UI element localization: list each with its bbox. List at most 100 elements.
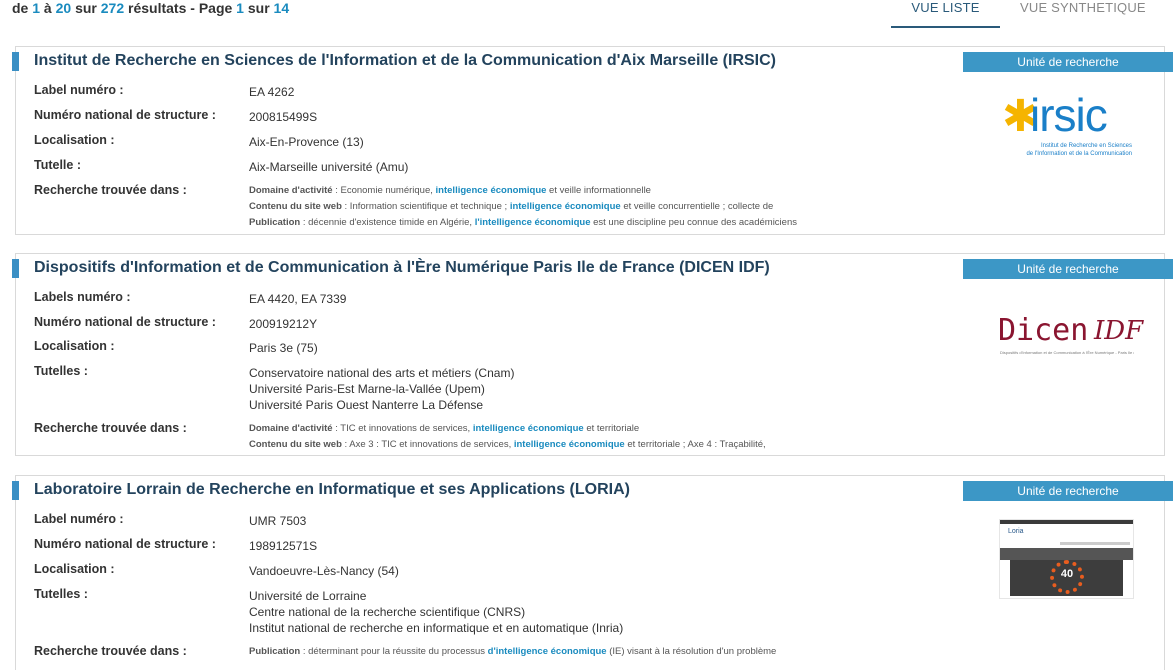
found-key: Recherche trouvée dans : bbox=[34, 421, 187, 435]
snippet-field: Domaine d'activité bbox=[249, 185, 333, 196]
type-badge: Unité de recherche bbox=[963, 481, 1173, 501]
card-accent-bar bbox=[12, 52, 19, 71]
label-value: EA 4420, EA 7339 bbox=[249, 292, 347, 306]
location-key: Localisation : bbox=[34, 562, 115, 576]
results-pages: 14 bbox=[273, 0, 290, 16]
snippet-text: (IE) visant à la résolution d'un problèm… bbox=[606, 646, 777, 657]
irsic-logo-subtitle: de l'Information et de la Communication bbox=[1026, 151, 1132, 157]
tutelle-value: Université Paris-Est Marne-la-Vallée (Up… bbox=[249, 382, 485, 396]
tutelle-value: Conservatoire national des arts et métie… bbox=[249, 366, 515, 380]
result-card: Institut de Recherche en Sciences de l'I… bbox=[12, 46, 1173, 235]
results-to: 20 bbox=[55, 0, 72, 16]
label-key: Labels numéro : bbox=[34, 290, 131, 304]
card-accent-bar bbox=[12, 481, 19, 500]
label-value: EA 4262 bbox=[249, 85, 295, 99]
tutelle-value: Institut national de recherche en inform… bbox=[249, 621, 624, 635]
snippet-highlight: intelligence économique bbox=[509, 201, 621, 212]
card-accent-bar bbox=[12, 259, 19, 278]
results-on-word: sur bbox=[75, 0, 97, 16]
results-total: 272 bbox=[100, 0, 125, 16]
snippet-field: Domaine d'activité bbox=[249, 423, 333, 434]
results-page-word: - Page bbox=[190, 0, 233, 16]
location-key: Localisation : bbox=[34, 133, 115, 147]
national-value: 200919212Y bbox=[249, 317, 318, 331]
label-key: Label numéro : bbox=[34, 83, 124, 97]
results-summary: de 1 à 20 sur 272 résultats - Page 1 sur… bbox=[12, 0, 289, 16]
found-snippet: Domaine d'activité : TIC et innovations … bbox=[249, 423, 639, 434]
national-key: Numéro national de structure : bbox=[34, 315, 216, 329]
tutelle-key: Tutelles : bbox=[34, 364, 88, 378]
thumb-nav bbox=[1060, 542, 1130, 545]
tutelle-value: Université Paris Ouest Nanterre La Défen… bbox=[249, 398, 484, 412]
dicen-logo-idf: IDF bbox=[1094, 316, 1144, 346]
found-snippet: Contenu du site web : Information scient… bbox=[249, 201, 773, 212]
card-title[interactable]: Dispositifs d'Information et de Communic… bbox=[34, 259, 770, 277]
card-title[interactable]: Institut de Recherche en Sciences de l'I… bbox=[34, 52, 776, 70]
national-key: Numéro national de structure : bbox=[34, 537, 216, 551]
irsic-logo-text: irsic bbox=[1030, 89, 1108, 141]
tab-synthetic-view[interactable]: VUE SYNTHETIQUE bbox=[1020, 0, 1146, 15]
snippet-text: : Information scientifique et technique … bbox=[341, 201, 510, 212]
snippet-text: et veille informationnelle bbox=[546, 185, 651, 196]
snippet-highlight: d'intelligence économique bbox=[487, 646, 607, 657]
tab-list-view[interactable]: VUE LISTE bbox=[891, 0, 1000, 28]
tutelle-key: Tutelle : bbox=[34, 158, 81, 172]
found-snippet: Domaine d'activité : Economie numérique,… bbox=[249, 185, 651, 196]
found-key: Recherche trouvée dans : bbox=[34, 183, 187, 197]
snippet-highlight: intelligence économique bbox=[435, 185, 547, 196]
snippet-field: Contenu du site web bbox=[249, 439, 342, 450]
found-snippet: Publication : décennie d'existence timid… bbox=[249, 217, 797, 228]
snippet-field: Publication bbox=[249, 646, 301, 657]
dicen-logo[interactable]: Dicen IDF Dispositifs d'Information et d… bbox=[998, 313, 1143, 360]
snippet-text: et territoriale bbox=[583, 423, 640, 434]
results-from: 1 bbox=[32, 0, 41, 16]
type-badge: Unité de recherche bbox=[963, 259, 1173, 279]
snippet-text: : déterminant pour la réussite du proces… bbox=[300, 646, 488, 657]
results-prefix: de bbox=[12, 0, 29, 16]
tutelle-value: Université de Lorraine bbox=[249, 589, 367, 603]
result-card: Dispositifs d'Information et de Communic… bbox=[12, 253, 1173, 456]
type-badge: Unité de recherche bbox=[963, 52, 1173, 72]
snippet-highlight: intelligence économique bbox=[472, 423, 584, 434]
tutelle-key: Tutelles : bbox=[34, 587, 88, 601]
result-card: Laboratoire Lorrain de Recherche en Info… bbox=[12, 475, 1173, 670]
national-value: 198912571S bbox=[249, 539, 318, 553]
location-value: Paris 3e (75) bbox=[249, 341, 318, 355]
thumb-anniversary-number: 40 bbox=[1060, 568, 1074, 580]
snippet-text: est une discipline peu connue des académ… bbox=[590, 217, 797, 228]
loria-website-thumbnail[interactable]: Loria 40 bbox=[999, 519, 1134, 599]
irsic-logo-subtitle: Institut de Recherche en Sciences bbox=[1040, 143, 1132, 149]
national-value: 200815499S bbox=[249, 110, 318, 124]
tutelle-value: Centre national de la recherche scientif… bbox=[249, 605, 526, 619]
results-bar: de 1 à 20 sur 272 résultats - Page 1 sur… bbox=[0, 0, 1176, 30]
results-word: résultats bbox=[128, 0, 187, 16]
results-to-word: à bbox=[43, 0, 52, 16]
thumb-menu bbox=[1000, 548, 1133, 560]
snippet-text: : décennie d'existence timide en Algérie… bbox=[300, 217, 475, 228]
tutelle-value: Aix-Marseille université (Amu) bbox=[249, 160, 409, 174]
thumb-topbar bbox=[1000, 520, 1133, 524]
snippet-text: et veille concurrentielle ; collecte de bbox=[620, 201, 774, 212]
national-key: Numéro national de structure : bbox=[34, 108, 216, 122]
found-key: Recherche trouvée dans : bbox=[34, 644, 187, 658]
snippet-text: et territoriale ; Axe 4 : Traçabilité, bbox=[624, 439, 766, 450]
snippet-text: : TIC et innovations de services, bbox=[332, 423, 473, 434]
snippet-text: : Economie numérique, bbox=[332, 185, 436, 196]
dicen-logo-text: Dicen bbox=[998, 313, 1089, 348]
card-title[interactable]: Laboratoire Lorrain de Recherche en Info… bbox=[34, 481, 630, 499]
dicen-logo-subtitle: Dispositifs d'Information et de Communic… bbox=[1000, 350, 1134, 355]
snippet-text: : Axe 3 : TIC et innovations de services… bbox=[341, 439, 514, 450]
found-snippet: Contenu du site web : Axe 3 : TIC et inn… bbox=[249, 439, 766, 450]
irsic-logo[interactable]: ✱ irsic Institut de Recherche en Science… bbox=[1002, 89, 1132, 165]
results-page: 1 bbox=[236, 0, 244, 16]
thumb-loria-text: Loria bbox=[1008, 528, 1024, 535]
location-value: Aix-En-Provence (13) bbox=[249, 135, 364, 149]
found-snippet: Publication : déterminant pour la réussi… bbox=[249, 646, 776, 657]
label-key: Label numéro : bbox=[34, 512, 124, 526]
location-value: Vandoeuvre-Lès-Nancy (54) bbox=[249, 564, 399, 578]
results-of-word: sur bbox=[247, 0, 270, 16]
snippet-highlight: intelligence économique bbox=[513, 439, 625, 450]
snippet-field: Publication bbox=[249, 217, 301, 228]
label-value: UMR 7503 bbox=[249, 514, 307, 528]
snippet-field: Contenu du site web bbox=[249, 201, 342, 212]
